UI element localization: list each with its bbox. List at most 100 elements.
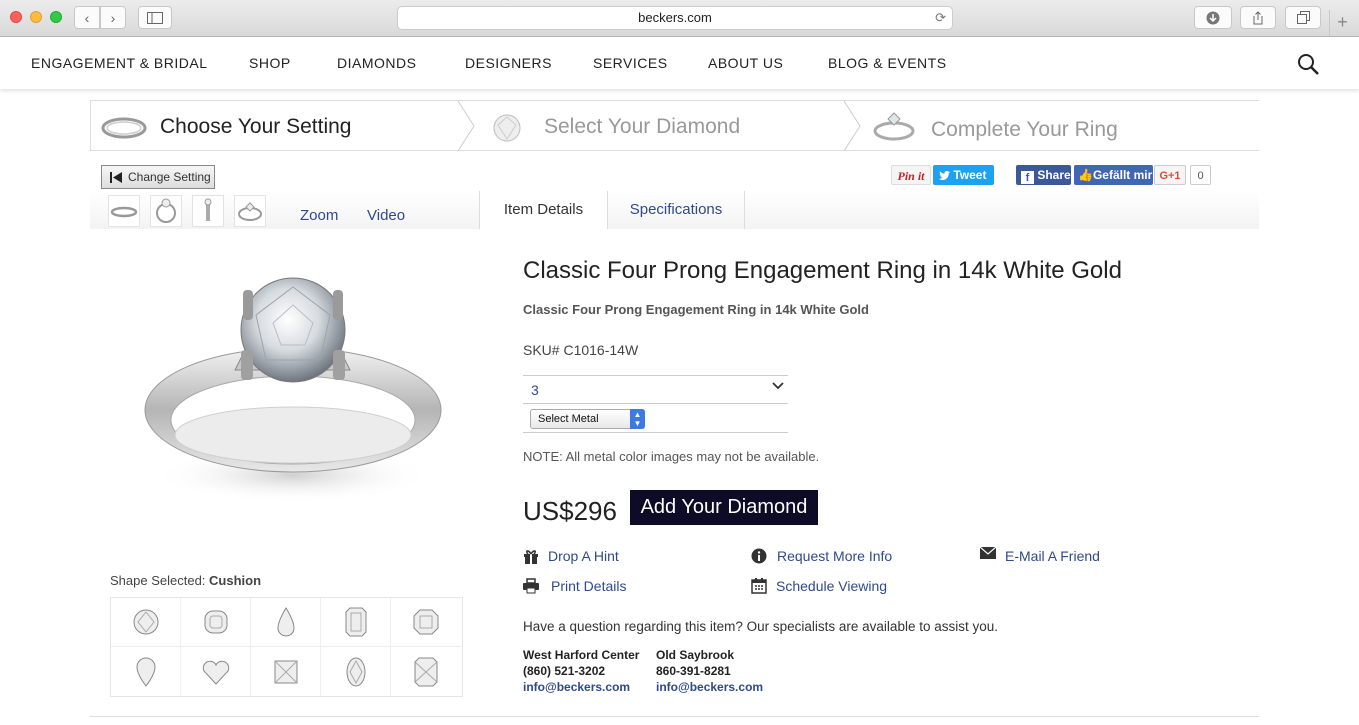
step-complete-ring[interactable]: Complete Your Ring [865, 101, 1245, 151]
shape-oval-pear[interactable] [111, 647, 181, 696]
cushion-diamond-icon [204, 610, 227, 634]
product-sku: SKU# C1016-14W [523, 342, 639, 358]
search-icon[interactable] [1297, 53, 1319, 75]
shape-selected: Shape Selected: Cushion [110, 573, 261, 588]
printer-icon [523, 578, 539, 594]
schedule-viewing-link[interactable]: Schedule Viewing [776, 578, 887, 594]
forward-button[interactable]: › [100, 6, 126, 29]
plus-icon: + [1337, 12, 1348, 32]
tabs-overview-button[interactable] [1285, 6, 1321, 29]
nav-blog-events[interactable]: BLOG & EVENTS [828, 55, 947, 71]
request-more-info-link[interactable]: Request More Info [777, 548, 892, 564]
product-image [144, 277, 442, 503]
close-window-button[interactable] [10, 11, 22, 23]
tab-label: Item Details [503, 201, 584, 218]
site-navigation: ENGAGEMENT & BRIDAL SHOP DIAMONDS DESIGN… [0, 37, 1359, 89]
change-setting-label: Change Setting [128, 170, 211, 184]
step-choose-setting[interactable]: Choose Your Setting [90, 101, 460, 151]
email-a-friend-link[interactable]: E-Mail A Friend [1005, 548, 1100, 564]
section-divider [90, 716, 1259, 717]
store-email-link[interactable]: info@beckers.com [656, 680, 763, 694]
tab-item-details[interactable]: Item Details [479, 191, 608, 229]
shape-emerald[interactable] [321, 598, 391, 647]
add-your-diamond-button[interactable]: Add Your Diamond [630, 490, 818, 525]
drop-a-hint-link[interactable]: Drop A Hint [548, 548, 619, 564]
store-name: Old Saybrook [656, 648, 735, 662]
tweet-button[interactable]: Tweet [933, 165, 994, 185]
thumbnail-profile-view[interactable] [192, 195, 224, 227]
download-icon [1206, 11, 1220, 24]
teardrop-diamond-icon [135, 657, 156, 687]
ring-side-icon [110, 206, 138, 218]
step-label: Choose Your Setting [160, 115, 352, 138]
product-title: Classic Four Prong Engagement Ring in 14… [523, 257, 1122, 284]
shape-cushion[interactable] [181, 598, 251, 647]
share-button[interactable] [1240, 6, 1276, 29]
media-tab-bar: Zoom Video Item Details Specifications [90, 191, 1259, 229]
nav-diamonds[interactable]: DIAMONDS [337, 55, 416, 71]
store-old-saybrook: Old Saybrook 860-391-8281 info@beckers.c… [656, 647, 763, 695]
sidebar-toggle-button[interactable] [138, 6, 172, 29]
nav-engagement-bridal[interactable]: ENGAGEMENT & BRIDAL [31, 55, 208, 71]
facebook-like-button[interactable]: 👍Gefällt mir [1074, 165, 1153, 185]
store-email-link[interactable]: info@beckers.com [523, 680, 630, 694]
metal-select-row: Select Metal ▲ ▼ [523, 404, 788, 433]
metal-note: NOTE: All metal color images may not be … [523, 449, 820, 464]
heart-diamond-icon [202, 660, 229, 685]
shape-princess[interactable] [251, 647, 321, 696]
nav-shop[interactable]: SHOP [249, 55, 291, 71]
nav-designers[interactable]: DESIGNERS [465, 55, 552, 71]
shape-pear[interactable] [251, 598, 321, 647]
print-details-link[interactable]: Print Details [551, 578, 626, 594]
thumbnail-angle-view[interactable] [234, 195, 266, 227]
gplus-count-value: 0 [1197, 170, 1204, 182]
ring-setting-icon [101, 117, 147, 139]
sidebar-icon [147, 11, 163, 24]
shape-asscher[interactable] [391, 598, 461, 647]
facebook-share-button[interactable]: f Share [1016, 165, 1071, 185]
ring-angle-icon [238, 202, 262, 221]
ring-size-select[interactable]: 3 [523, 375, 788, 404]
radiant-diamond-icon [414, 657, 438, 686]
gplus-label: G+1 [1159, 170, 1181, 182]
google-plus-count: 0 [1190, 165, 1211, 185]
shape-heart[interactable] [181, 647, 251, 696]
zoom-link[interactable]: Zoom [300, 207, 338, 224]
minimize-window-button[interactable] [30, 11, 42, 23]
skip-back-icon [110, 172, 122, 183]
back-button[interactable]: ‹ [74, 6, 100, 29]
ring-profile-icon [204, 198, 212, 221]
product-price: US$296 [523, 496, 617, 526]
zoom-window-button[interactable] [50, 11, 62, 23]
new-tab-button[interactable]: + [1329, 10, 1355, 36]
address-bar[interactable]: beckers.com ⟳ [397, 6, 953, 30]
thumbs-up-icon: 👍 [1078, 168, 1093, 182]
pinterest-button[interactable]: Pin it [891, 165, 931, 185]
google-plus-button[interactable]: G+1 [1154, 165, 1186, 185]
step-label: Select Your Diamond [544, 115, 741, 138]
metal-select[interactable]: Select Metal ▲ ▼ [530, 409, 645, 429]
shape-radiant[interactable] [391, 647, 461, 696]
step-select-diamond[interactable]: Select Your Diamond [480, 101, 860, 151]
store-phone: (860) 521-3202 [523, 664, 606, 678]
video-link[interactable]: Video [367, 207, 405, 224]
thumbnail-side-view[interactable] [108, 195, 140, 227]
tab-specifications[interactable]: Specifications [608, 191, 745, 229]
reload-icon[interactable]: ⟳ [935, 7, 946, 29]
diamond-shape-grid [110, 597, 463, 697]
calendar-icon [751, 578, 767, 594]
shape-round[interactable] [111, 598, 181, 647]
round-diamond-icon [133, 609, 158, 635]
pinit-label: Pin it [897, 169, 925, 183]
nav-services[interactable]: SERVICES [593, 55, 668, 71]
emerald-diamond-icon [345, 607, 366, 637]
change-setting-button[interactable]: Change Setting [101, 165, 215, 189]
share-icon [1253, 10, 1263, 24]
nav-about-us[interactable]: ABOUT US [708, 55, 783, 71]
complete-ring-icon [873, 112, 915, 141]
downloads-button[interactable] [1194, 6, 1232, 29]
metal-select-value: Select Metal [538, 413, 599, 425]
facebook-icon: f [1021, 171, 1034, 184]
shape-oval[interactable] [321, 647, 391, 696]
thumbnail-top-view[interactable] [150, 195, 182, 227]
